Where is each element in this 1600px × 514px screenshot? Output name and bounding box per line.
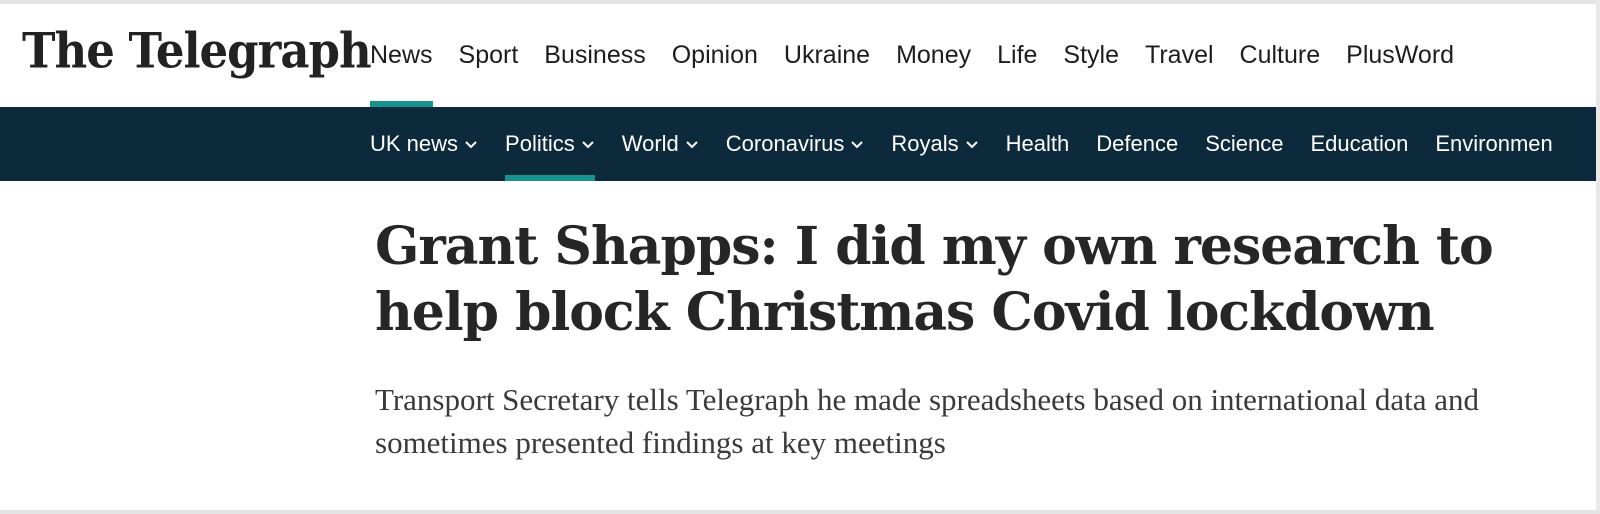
nav-item-opinion[interactable]: Opinion [672, 4, 758, 107]
subnav-item-uk-news[interactable]: UK news [370, 107, 478, 181]
secondary-nav: UK news Politics World Coronavirus Royal… [0, 107, 1600, 181]
chevron-down-icon [965, 139, 979, 149]
page: The Telegraph News Sport Business Opinio… [0, 0, 1600, 514]
right-border [1596, 0, 1600, 514]
subnav-item-education[interactable]: Education [1310, 107, 1408, 181]
nav-item-sport[interactable]: Sport [459, 4, 519, 107]
chevron-down-icon [464, 139, 478, 149]
nav-item-business[interactable]: Business [544, 4, 645, 107]
nav-item-culture[interactable]: Culture [1240, 4, 1321, 107]
chevron-down-icon [685, 139, 699, 149]
subnav-item-coronavirus[interactable]: Coronavirus [726, 107, 865, 181]
chevron-down-icon [581, 139, 595, 149]
article-headline: Grant Shapps: I did my own research to h… [375, 216, 1494, 343]
subnav-item-defence[interactable]: Defence [1096, 107, 1178, 181]
telegraph-logo[interactable]: The Telegraph [22, 22, 372, 79]
nav-item-money[interactable]: Money [896, 4, 971, 107]
subnav-item-label: Royals [891, 131, 959, 156]
subnav-item-science[interactable]: Science [1205, 107, 1283, 181]
chevron-down-icon [850, 139, 864, 149]
subnav-item-label: UK news [370, 131, 459, 156]
subnav-item-health[interactable]: Health [1006, 107, 1070, 181]
nav-item-style[interactable]: Style [1063, 4, 1119, 107]
subnav-item-label: Coronavirus [725, 131, 845, 156]
nav-item-life[interactable]: Life [997, 4, 1037, 107]
subnav-item-politics[interactable]: Politics [505, 107, 595, 181]
article-standfirst: Transport Secretary tells Telegraph he m… [375, 382, 1479, 460]
nav-item-news[interactable]: News [370, 4, 433, 107]
subnav-item-royals[interactable]: Royals [891, 107, 978, 181]
secondary-nav-items: UK news Politics World Coronavirus Royal… [370, 107, 1580, 181]
bottom-border [0, 510, 1600, 514]
subnav-item-environment[interactable]: Environmen [1435, 107, 1552, 181]
nav-item-travel[interactable]: Travel [1145, 4, 1214, 107]
nav-item-ukraine[interactable]: Ukraine [784, 4, 870, 107]
subnav-item-label: Politics [505, 131, 575, 156]
nav-item-plusword[interactable]: PlusWord [1346, 4, 1454, 107]
subnav-item-label: World [621, 131, 679, 156]
subnav-item-world[interactable]: World [622, 107, 699, 181]
primary-nav: News Sport Business Opinion Ukraine Mone… [370, 4, 1480, 107]
masthead: The Telegraph News Sport Business Opinio… [0, 4, 1600, 107]
